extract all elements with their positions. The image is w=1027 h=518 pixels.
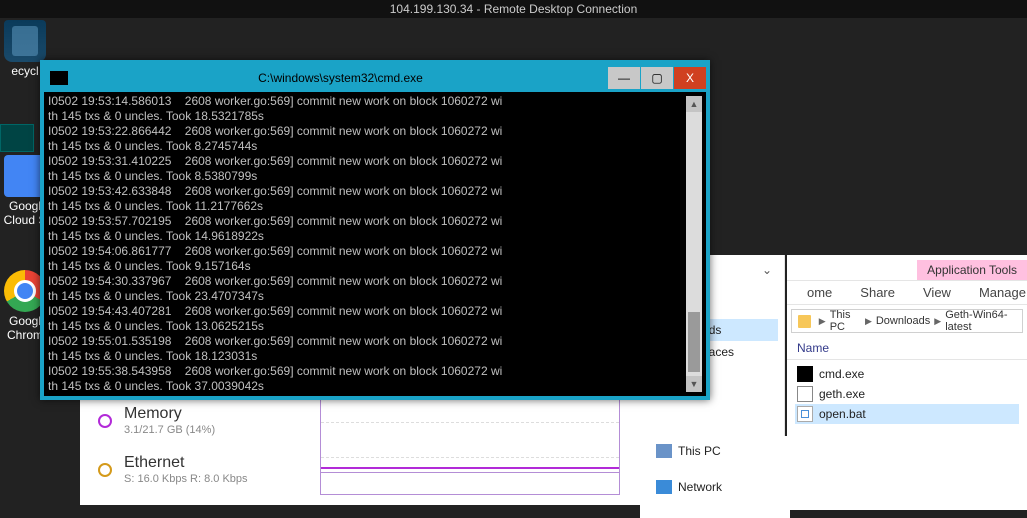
cmd-text-1: I0502 19:53:14.586013 2608 worker.go:569… — [48, 94, 502, 396]
network-nav-icon — [656, 480, 672, 494]
exe-file-icon — [797, 386, 813, 402]
chevron-down-icon: ⌄ — [762, 263, 772, 277]
explorer-tab-bar: Application Tools — [787, 255, 1027, 281]
file-item-open-bat[interactable]: open.bat — [795, 404, 1019, 424]
folder-icon — [798, 315, 811, 328]
close-button[interactable]: X — [674, 67, 706, 89]
tab-view[interactable]: View — [909, 285, 965, 300]
ethernet-label: Ethernet — [124, 454, 248, 472]
maximize-icon: ▢ — [651, 71, 662, 85]
scroll-down-icon[interactable]: ▼ — [686, 376, 702, 392]
file-name: cmd.exe — [819, 367, 864, 381]
explorer-menu-bar: ome Share View Manage — [787, 281, 1027, 305]
tab-application-tools[interactable]: Application Tools — [917, 260, 1027, 280]
cmd-title-text: C:\windows\system32\cmd.exe — [74, 71, 607, 85]
minimize-icon: — — [618, 71, 630, 85]
trash-icon — [4, 20, 46, 62]
nav-thispc[interactable]: This PC — [646, 440, 784, 462]
maximize-button[interactable]: ▢ — [641, 67, 673, 89]
close-icon: X — [686, 71, 694, 85]
nav-network[interactable]: Network — [646, 476, 784, 498]
bat-file-icon — [797, 406, 813, 422]
rdp-title-bar: 104.199.130.34 - Remote Desktop Connecti… — [0, 0, 1027, 18]
memory-status-icon — [98, 414, 112, 428]
scroll-thumb[interactable] — [688, 312, 700, 372]
command-prompt-window[interactable]: C:\windows\system32\cmd.exe — ▢ X I0502 … — [40, 60, 710, 400]
file-list: cmd.exe geth.exe open.bat — [787, 360, 1027, 510]
ethernet-status-icon — [98, 463, 112, 477]
memory-chart — [320, 385, 620, 495]
nav-network-label: Network — [678, 480, 722, 494]
breadcrumb-sep-icon: ▶ — [934, 316, 941, 327]
memory-label: Memory — [124, 405, 215, 423]
file-item-cmd[interactable]: cmd.exe — [795, 364, 1019, 384]
memory-sub: 3.1/21.7 GB (14%) — [124, 424, 215, 436]
minimize-button[interactable]: — — [608, 67, 640, 89]
tab-home[interactable]: ome — [793, 285, 846, 300]
breadcrumb-sep-icon: ▶ — [819, 316, 826, 327]
scroll-track[interactable] — [688, 114, 700, 374]
unknown-desktop-icon[interactable] — [0, 124, 34, 152]
path-folder[interactable]: Geth-Win64-latest — [945, 309, 1016, 333]
tab-share[interactable]: Share — [846, 285, 909, 300]
cmd-scrollbar[interactable]: ▲ ▼ — [686, 96, 702, 392]
explorer-nav-bottom: This PC Network — [640, 436, 790, 518]
column-header-name[interactable]: Name — [787, 337, 1027, 360]
cmd-output[interactable]: I0502 19:53:14.586013 2608 worker.go:569… — [44, 92, 706, 396]
file-name: geth.exe — [819, 387, 865, 401]
rdp-title-text: 104.199.130.34 - Remote Desktop Connecti… — [390, 2, 638, 16]
file-explorer-window: Application Tools ome Share View Manage … — [787, 255, 1027, 510]
chart-line2-icon — [321, 472, 619, 473]
nav-thispc-label: This PC — [678, 444, 721, 458]
address-bar[interactable]: ▶ This PC ▶ Downloads ▶ Geth-Win64-lates… — [791, 309, 1023, 333]
cmd-file-icon — [797, 366, 813, 382]
chart-line-icon — [321, 467, 619, 469]
file-name: open.bat — [819, 407, 866, 421]
ethernet-sub: S: 16.0 Kbps R: 8.0 Kbps — [124, 473, 248, 485]
path-thispc[interactable]: This PC — [830, 309, 861, 333]
path-downloads[interactable]: Downloads — [876, 315, 930, 327]
cmd-title-icon — [50, 71, 68, 85]
scroll-up-icon[interactable]: ▲ — [686, 96, 702, 112]
task-manager-performance: Memory 3.1/21.7 GB (14%) Ethernet S: 16.… — [80, 395, 647, 505]
breadcrumb-sep-icon: ▶ — [865, 316, 872, 327]
tab-manage[interactable]: Manage — [965, 285, 1027, 300]
thispc-nav-icon — [656, 444, 672, 458]
cmd-title-bar[interactable]: C:\windows\system32\cmd.exe — ▢ X — [44, 64, 706, 92]
file-item-geth[interactable]: geth.exe — [795, 384, 1019, 404]
